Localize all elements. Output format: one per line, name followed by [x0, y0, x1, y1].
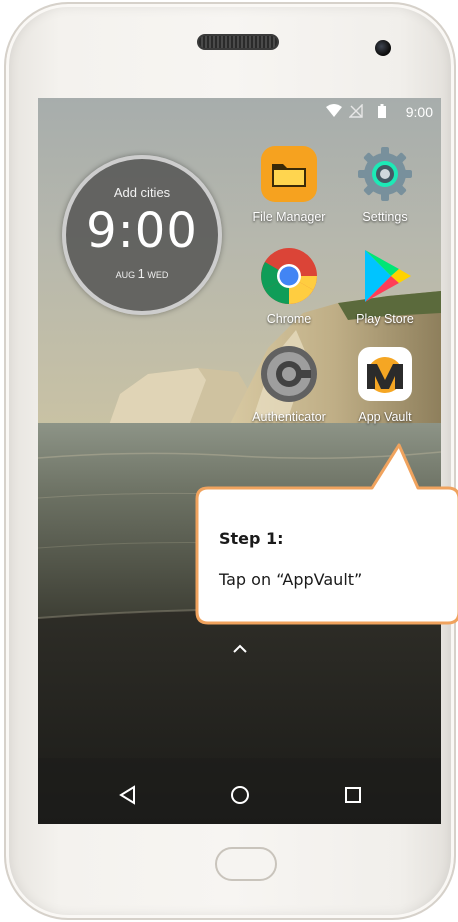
clock-day: 1 [137, 266, 145, 281]
status-time: 9:00 [405, 104, 433, 120]
status-bar: 9:00 [38, 98, 441, 126]
front-camera [375, 40, 391, 56]
back-icon[interactable] [115, 782, 141, 808]
home-key[interactable] [215, 847, 277, 881]
phone-screen: 9:00 Add cities 9:00 AUG 1 WED File Mana… [38, 98, 441, 824]
app-label: Chrome [266, 312, 312, 326]
app-label: Play Store [356, 312, 414, 326]
app-label: Authenticator [252, 410, 326, 424]
battery-icon [378, 104, 386, 118]
app-label: App Vault [358, 410, 412, 424]
home-icon[interactable] [227, 782, 253, 808]
authenticator-icon [261, 346, 317, 402]
recents-icon[interactable] [340, 782, 366, 808]
gear-icon [358, 147, 412, 201]
wifi-icon [326, 104, 342, 117]
app-file-manager[interactable]: File Manager [244, 144, 334, 229]
add-cities-label[interactable]: Add cities [66, 185, 218, 200]
clock-month: AUG [115, 270, 136, 280]
no-sim-icon [349, 104, 363, 118]
app-app-vault[interactable]: App Vault [340, 344, 430, 429]
app-label: File Manager [252, 210, 326, 224]
chevron-up-icon[interactable] [231, 643, 249, 655]
app-authenticator[interactable]: Authenticator [244, 344, 334, 429]
app-label: Settings [362, 210, 408, 224]
clock-date: AUG 1 WED [66, 266, 218, 281]
app-chrome[interactable]: Chrome [244, 246, 334, 331]
app-play-store[interactable]: Play Store [340, 246, 430, 331]
chrome-icon [261, 248, 317, 304]
folder-icon [261, 146, 317, 202]
play-store-icon [365, 250, 411, 302]
callout-body: Tap on “AppVault” [219, 570, 363, 589]
callout-title: Step 1: [219, 529, 284, 548]
clock-time: 9:00 [86, 203, 198, 259]
app-settings[interactable]: Settings [340, 144, 430, 229]
clock-widget[interactable]: Add cities 9:00 AUG 1 WED [62, 155, 222, 315]
earpiece-speaker [197, 34, 279, 50]
app-vault-icon [358, 347, 412, 401]
clock-weekday: WED [147, 270, 169, 280]
navigation-bar [38, 766, 441, 824]
